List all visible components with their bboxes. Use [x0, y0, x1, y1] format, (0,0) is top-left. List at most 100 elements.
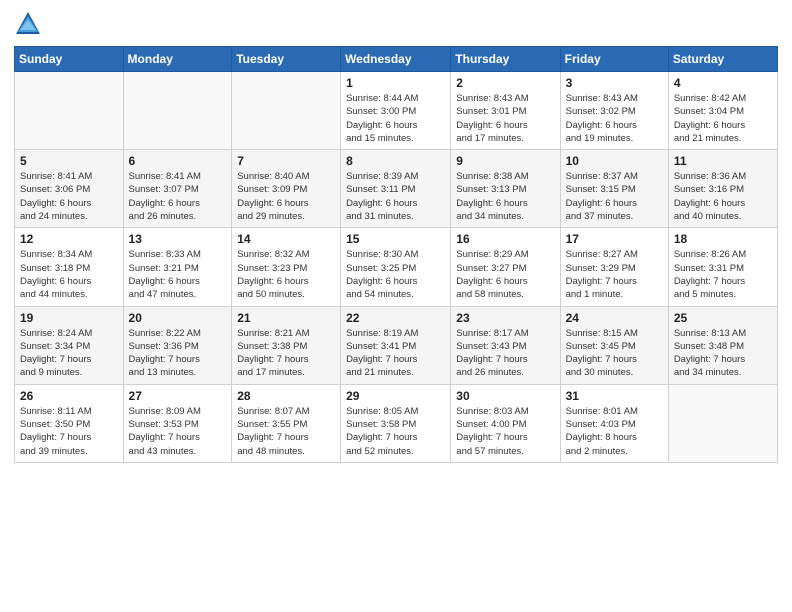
day-number: 5	[20, 154, 118, 168]
calendar-cell: 2 Sunrise: 8:43 AM Sunset: 3:01 PM Daylig…	[451, 72, 560, 150]
calendar-cell: 28 Sunrise: 8:07 AM Sunset: 3:55 PM Dayli…	[232, 384, 341, 462]
day-info: Sunrise: 8:36 AM Sunset: 3:16 PM Dayligh…	[674, 170, 772, 223]
calendar-cell: 30 Sunrise: 8:03 AM Sunset: 4:00 PM Dayli…	[451, 384, 560, 462]
day-number: 14	[237, 232, 335, 246]
day-number: 21	[237, 311, 335, 325]
calendar-cell: 12Sunrise: 8:34 AM Sunset: 3:18 PM Dayli…	[15, 228, 124, 306]
day-info: Sunrise: 8:07 AM Sunset: 3:55 PM Dayligh…	[237, 405, 335, 458]
calendar-cell	[668, 384, 777, 462]
day-info: Sunrise: 8:13 AM Sunset: 3:48 PM Dayligh…	[674, 327, 772, 380]
calendar-cell: 17Sunrise: 8:27 AM Sunset: 3:29 PM Dayli…	[560, 228, 668, 306]
day-number: 18	[674, 232, 772, 246]
day-info: Sunrise: 8:19 AM Sunset: 3:41 PM Dayligh…	[346, 327, 445, 380]
day-info: Sunrise: 8:39 AM Sunset: 3:11 PM Dayligh…	[346, 170, 445, 223]
calendar-cell: 13 Sunrise: 8:33 AM Sunset: 3:21 PM Dayli…	[123, 228, 232, 306]
calendar-cell: 5 Sunrise: 8:41 AM Sunset: 3:06 PM Daylig…	[15, 150, 124, 228]
day-number: 13	[129, 232, 227, 246]
day-of-week-sunday: Sunday	[15, 47, 124, 72]
day-info: Sunrise: 8:03 AM Sunset: 4:00 PM Dayligh…	[456, 405, 554, 458]
day-number: 22	[346, 311, 445, 325]
calendar-cell: 7 Sunrise: 8:40 AM Sunset: 3:09 PM Daylig…	[232, 150, 341, 228]
day-number: 16	[456, 232, 554, 246]
day-info: Sunrise: 8:32 AM Sunset: 3:23 PM Dayligh…	[237, 248, 335, 301]
day-info: Sunrise: 8:41 AM Sunset: 3:06 PM Dayligh…	[20, 170, 118, 223]
calendar-cell	[232, 72, 341, 150]
logo-icon	[14, 10, 42, 38]
day-info: Sunrise: 8:11 AM Sunset: 3:50 PM Dayligh…	[20, 405, 118, 458]
day-number: 15	[346, 232, 445, 246]
calendar: SundayMondayTuesdayWednesdayThursdayFrid…	[14, 46, 778, 463]
header	[14, 10, 778, 38]
day-number: 10	[566, 154, 663, 168]
calendar-cell: 9 Sunrise: 8:38 AM Sunset: 3:13 PM Daylig…	[451, 150, 560, 228]
day-of-week-saturday: Saturday	[668, 47, 777, 72]
calendar-cell: 23Sunrise: 8:17 AM Sunset: 3:43 PM Dayli…	[451, 306, 560, 384]
day-info: Sunrise: 8:05 AM Sunset: 3:58 PM Dayligh…	[346, 405, 445, 458]
calendar-cell: 19 Sunrise: 8:24 AM Sunset: 3:34 PM Dayli…	[15, 306, 124, 384]
day-number: 28	[237, 389, 335, 403]
day-info: Sunrise: 8:44 AM Sunset: 3:00 PM Dayligh…	[346, 92, 445, 145]
day-info: Sunrise: 8:30 AM Sunset: 3:25 PM Dayligh…	[346, 248, 445, 301]
day-info: Sunrise: 8:29 AM Sunset: 3:27 PM Dayligh…	[456, 248, 554, 301]
day-of-week-tuesday: Tuesday	[232, 47, 341, 72]
page: SundayMondayTuesdayWednesdayThursdayFrid…	[0, 0, 792, 612]
day-info: Sunrise: 8:26 AM Sunset: 3:31 PM Dayligh…	[674, 248, 772, 301]
day-info: Sunrise: 8:15 AM Sunset: 3:45 PM Dayligh…	[566, 327, 663, 380]
calendar-cell	[123, 72, 232, 150]
day-of-week-monday: Monday	[123, 47, 232, 72]
calendar-cell: 15 Sunrise: 8:30 AM Sunset: 3:25 PM Dayli…	[341, 228, 451, 306]
calendar-cell: 3Sunrise: 8:43 AM Sunset: 3:02 PM Daylig…	[560, 72, 668, 150]
day-info: Sunrise: 8:09 AM Sunset: 3:53 PM Dayligh…	[129, 405, 227, 458]
calendar-cell: 26 Sunrise: 8:11 AM Sunset: 3:50 PM Dayli…	[15, 384, 124, 462]
day-number: 12	[20, 232, 118, 246]
calendar-week-3: 12Sunrise: 8:34 AM Sunset: 3:18 PM Dayli…	[15, 228, 778, 306]
logo	[14, 10, 46, 38]
day-number: 29	[346, 389, 445, 403]
day-number: 4	[674, 76, 772, 90]
day-number: 23	[456, 311, 554, 325]
day-of-week-wednesday: Wednesday	[341, 47, 451, 72]
day-number: 31	[566, 389, 663, 403]
day-info: Sunrise: 8:22 AM Sunset: 3:36 PM Dayligh…	[129, 327, 227, 380]
day-number: 8	[346, 154, 445, 168]
day-info: Sunrise: 8:33 AM Sunset: 3:21 PM Dayligh…	[129, 248, 227, 301]
calendar-cell: 16 Sunrise: 8:29 AM Sunset: 3:27 PM Dayli…	[451, 228, 560, 306]
day-info: Sunrise: 8:21 AM Sunset: 3:38 PM Dayligh…	[237, 327, 335, 380]
calendar-cell: 22 Sunrise: 8:19 AM Sunset: 3:41 PM Dayli…	[341, 306, 451, 384]
day-number: 19	[20, 311, 118, 325]
day-info: Sunrise: 8:41 AM Sunset: 3:07 PM Dayligh…	[129, 170, 227, 223]
calendar-week-2: 5 Sunrise: 8:41 AM Sunset: 3:06 PM Daylig…	[15, 150, 778, 228]
calendar-cell: 20 Sunrise: 8:22 AM Sunset: 3:36 PM Dayli…	[123, 306, 232, 384]
day-info: Sunrise: 8:38 AM Sunset: 3:13 PM Dayligh…	[456, 170, 554, 223]
day-number: 3	[566, 76, 663, 90]
calendar-cell: 4 Sunrise: 8:42 AM Sunset: 3:04 PM Daylig…	[668, 72, 777, 150]
day-number: 25	[674, 311, 772, 325]
calendar-cell: 1Sunrise: 8:44 AM Sunset: 3:00 PM Daylig…	[341, 72, 451, 150]
calendar-cell: 24Sunrise: 8:15 AM Sunset: 3:45 PM Dayli…	[560, 306, 668, 384]
day-number: 26	[20, 389, 118, 403]
day-info: Sunrise: 8:24 AM Sunset: 3:34 PM Dayligh…	[20, 327, 118, 380]
day-number: 9	[456, 154, 554, 168]
day-info: Sunrise: 8:43 AM Sunset: 3:01 PM Dayligh…	[456, 92, 554, 145]
day-number: 2	[456, 76, 554, 90]
calendar-cell: 8 Sunrise: 8:39 AM Sunset: 3:11 PM Daylig…	[341, 150, 451, 228]
day-info: Sunrise: 8:01 AM Sunset: 4:03 PM Dayligh…	[566, 405, 663, 458]
calendar-cell: 27 Sunrise: 8:09 AM Sunset: 3:53 PM Dayli…	[123, 384, 232, 462]
day-info: Sunrise: 8:42 AM Sunset: 3:04 PM Dayligh…	[674, 92, 772, 145]
day-info: Sunrise: 8:37 AM Sunset: 3:15 PM Dayligh…	[566, 170, 663, 223]
day-info: Sunrise: 8:40 AM Sunset: 3:09 PM Dayligh…	[237, 170, 335, 223]
calendar-cell: 6Sunrise: 8:41 AM Sunset: 3:07 PM Daylig…	[123, 150, 232, 228]
calendar-cell: 10 Sunrise: 8:37 AM Sunset: 3:15 PM Dayli…	[560, 150, 668, 228]
day-number: 20	[129, 311, 227, 325]
calendar-week-4: 19 Sunrise: 8:24 AM Sunset: 3:34 PM Dayli…	[15, 306, 778, 384]
calendar-cell: 25 Sunrise: 8:13 AM Sunset: 3:48 PM Dayli…	[668, 306, 777, 384]
calendar-cell: 29 Sunrise: 8:05 AM Sunset: 3:58 PM Dayli…	[341, 384, 451, 462]
calendar-cell: 14 Sunrise: 8:32 AM Sunset: 3:23 PM Dayli…	[232, 228, 341, 306]
calendar-cell: 31 Sunrise: 8:01 AM Sunset: 4:03 PM Dayli…	[560, 384, 668, 462]
day-of-week-friday: Friday	[560, 47, 668, 72]
day-number: 30	[456, 389, 554, 403]
day-number: 27	[129, 389, 227, 403]
calendar-header-row: SundayMondayTuesdayWednesdayThursdayFrid…	[15, 47, 778, 72]
day-number: 7	[237, 154, 335, 168]
calendar-week-1: 1Sunrise: 8:44 AM Sunset: 3:00 PM Daylig…	[15, 72, 778, 150]
